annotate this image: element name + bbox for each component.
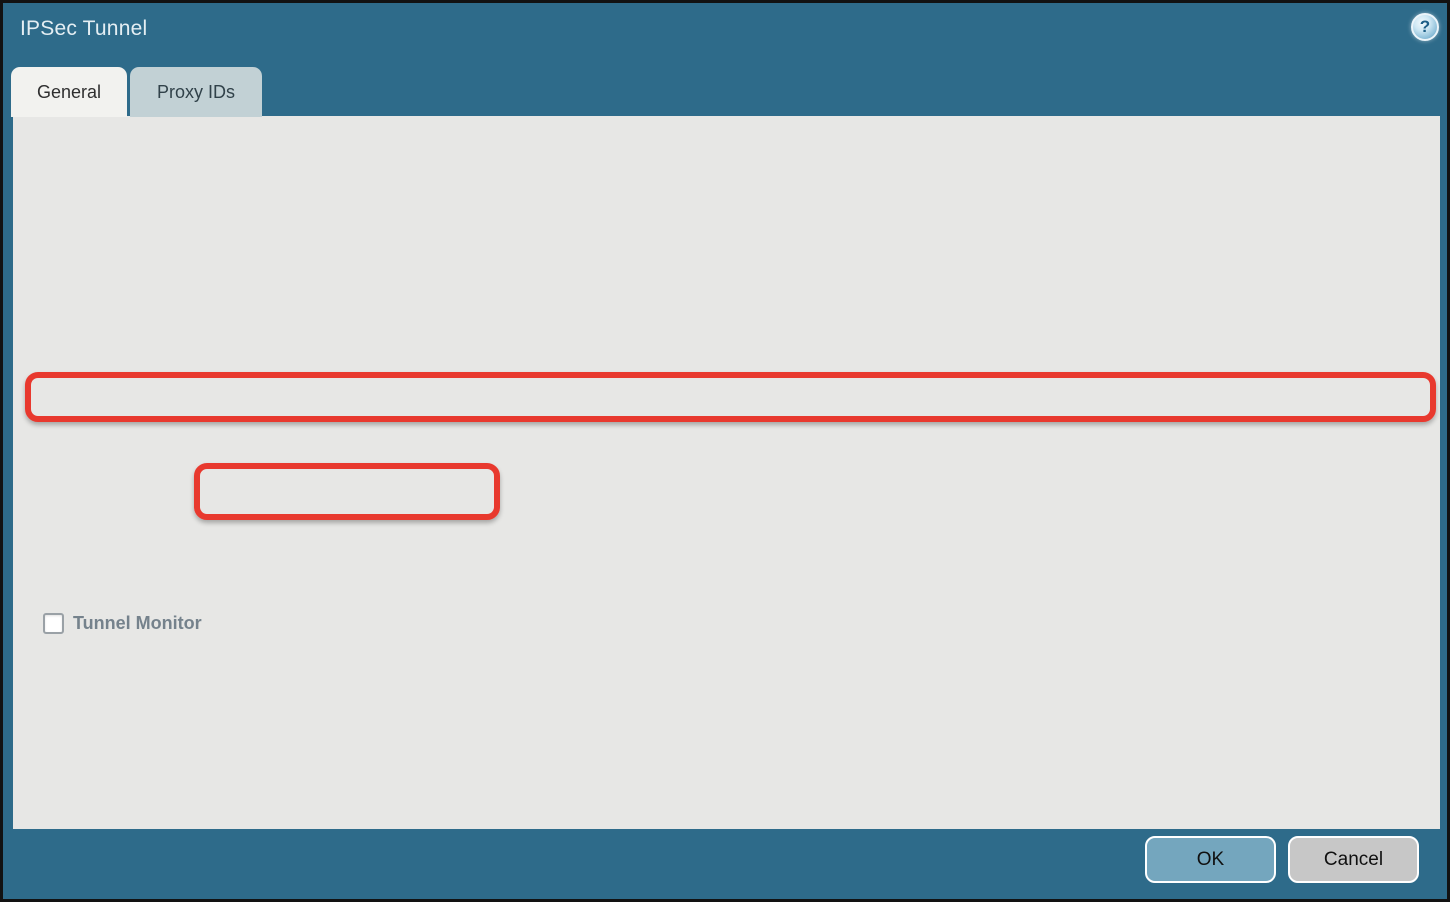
tab-general[interactable]: General (11, 67, 127, 117)
help-icon[interactable]: ? (1411, 13, 1439, 41)
dialog-title: IPSec Tunnel (20, 17, 147, 41)
tab-proxy-ids[interactable]: Proxy IDs (130, 67, 262, 117)
tunnel-monitor-legend-label: Tunnel Monitor (73, 613, 202, 634)
cancel-button[interactable]: Cancel (1288, 836, 1419, 883)
checkbox-tunnel-monitor[interactable] (43, 613, 64, 634)
tunnel-monitor-legend: Tunnel Monitor (39, 611, 211, 635)
tab-proxy-ids-label: Proxy IDs (157, 82, 235, 103)
tab-general-label: General (37, 82, 101, 103)
ok-button-label: OK (1197, 849, 1224, 871)
general-tab-panel (13, 116, 1440, 829)
ipsec-tunnel-dialog: IPSec Tunnel ? General Proxy IDs Name CF… (0, 0, 1450, 902)
cancel-button-label: Cancel (1324, 849, 1383, 871)
ok-button[interactable]: OK (1145, 836, 1276, 883)
help-glyph: ? (1420, 17, 1430, 37)
